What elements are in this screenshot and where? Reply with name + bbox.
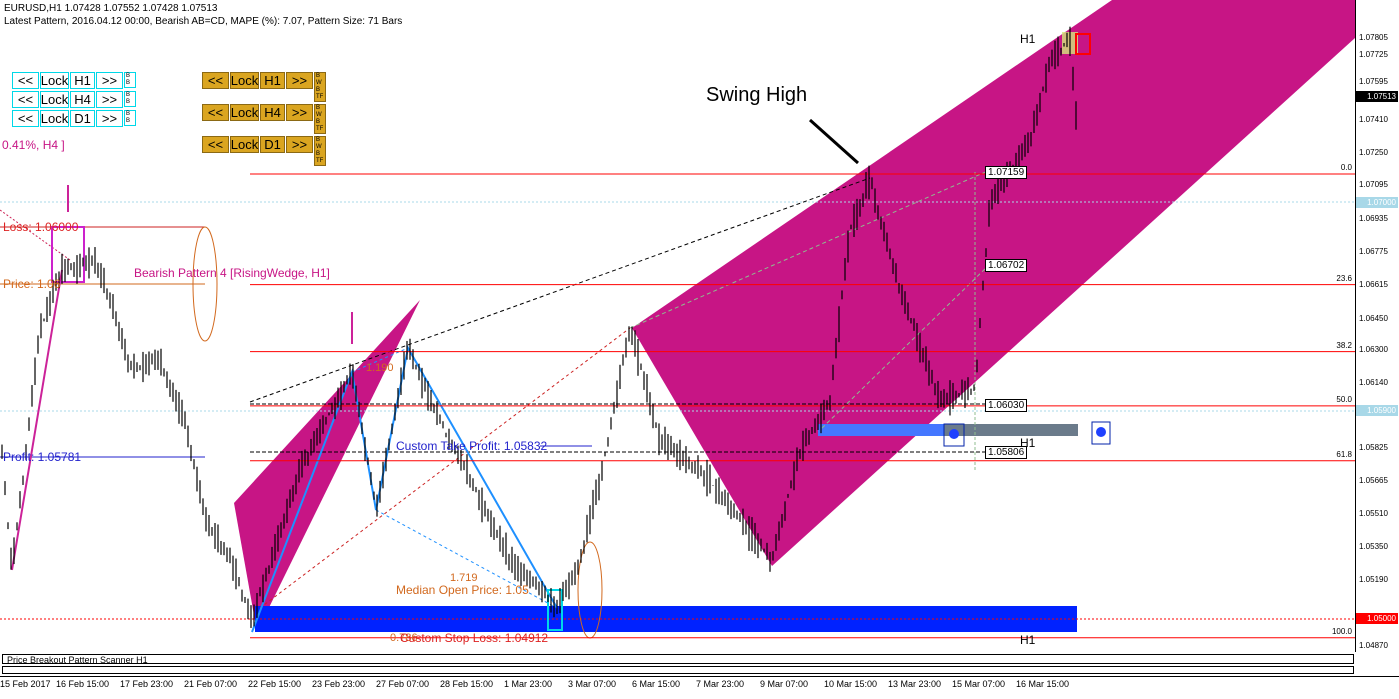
chart-area[interactable]: EURUSD,H1 1.07428 1.07552 1.07428 1.0751… [0, 0, 1356, 652]
swing-high-label: Swing High [706, 84, 808, 106]
price-box-106030: 1.06030 [985, 399, 1028, 412]
price-tick: 1.06775 [1359, 246, 1388, 256]
cyan_panel-prev-button-d1[interactable]: << [12, 110, 39, 127]
fib-label: 50.0 [1336, 394, 1352, 404]
price-tick: 1.06140 [1359, 378, 1388, 388]
fib-label: 38.2 [1336, 340, 1352, 350]
gold_panel-tf-button-d1[interactable]: D1 [260, 136, 285, 153]
symbol-header: EURUSD,H1 1.07428 1.07552 1.07428 1.0751… [4, 3, 218, 14]
price-tick: 1.07725 [1359, 50, 1388, 59]
h1-bottom-label: H1 [1020, 633, 1036, 647]
price-tick: 1.07250 [1359, 148, 1388, 158]
price-box-107159: 1.07159 [985, 166, 1028, 179]
cyan_panel-prev-button-h4[interactable]: << [12, 91, 39, 108]
gold_panel-lock-button-h4[interactable]: Lock [230, 104, 259, 121]
gold_panel-prev-button-d1[interactable]: << [202, 136, 229, 153]
timeframe-panel-gold: << Lock H1 >> B W B TF << Lock H4 >> B W B TF << Lo… [202, 72, 326, 166]
time-tick: 16 Mar 15:00 [1016, 679, 1070, 689]
ratio-1190: 1.190 [366, 362, 394, 374]
time-tick: 9 Mar 07:00 [760, 679, 809, 689]
median-open-label: Median Open Price: 1.05 [396, 583, 529, 597]
h1-top-label: H1 [1020, 32, 1036, 46]
price-tick: 1.06450 [1359, 313, 1388, 323]
gold_panel-lock-button-h1[interactable]: Lock [230, 72, 259, 89]
fib-label: 100.0 [1331, 626, 1352, 636]
gold_panel-next-button-h4[interactable]: >> [286, 104, 313, 121]
gold_panel-next-button-d1[interactable]: >> [286, 136, 313, 153]
time-tick: 1 Mar 23:00 [504, 679, 553, 689]
time-tick: 17 Feb 23:00 [120, 679, 174, 689]
level-box-105000: 1.05000 [1356, 613, 1398, 624]
cyan_panel-mini-buttons[interactable]: B B [124, 91, 136, 108]
time-tick: 3 Mar 07:00 [568, 679, 617, 689]
pct-h4-label: 0.41%, H4 ] [2, 138, 65, 152]
custom-take-profit-label: Custom Take Profit: 1.05832 [396, 439, 548, 453]
cyan_panel-prev-button-h1[interactable]: << [12, 72, 39, 89]
rising-wedge [234, 300, 420, 632]
price-tick: 1.06615 [1359, 279, 1388, 289]
time-tick: 15 Mar 07:00 [952, 679, 1006, 689]
gold_panel-next-button-h1[interactable]: >> [286, 72, 313, 89]
cyan_panel-lock-button-d1[interactable]: Lock [40, 110, 69, 127]
level-box-107000: 1.07000 [1356, 197, 1398, 208]
fib-label: 0.0 [1340, 163, 1352, 173]
price-tick: 1.05665 [1359, 476, 1388, 486]
time-tick: 28 Feb 15:00 [440, 679, 494, 689]
cyan_panel-mini-buttons[interactable]: B B [124, 110, 136, 127]
gold_panel-mini-buttons[interactable]: B W B TF [314, 72, 326, 102]
profit-label: Profit: 1.05781 [3, 450, 82, 464]
gold_panel-tf-button-h4[interactable]: H4 [260, 104, 285, 121]
price-box-105806: 1.05806 [985, 446, 1028, 459]
time-tick: 16 Feb 15:00 [56, 679, 110, 689]
price-tick: 1.06300 [1359, 344, 1388, 354]
time-tick: 27 Feb 07:00 [376, 679, 430, 689]
pattern-header: Latest Pattern, 2016.04.12 00:00, Bearis… [4, 16, 403, 27]
price-tick: 1.06935 [1359, 213, 1388, 223]
time-tick: 13 Mar 23:00 [888, 679, 942, 689]
cyan_panel-tf-button-h1[interactable]: H1 [70, 72, 95, 89]
loss-label: Loss: 1.06000 [3, 220, 79, 234]
timeframe-panel-cyan: << Lock H1 >> B B << Lock H4 >> B B << Lock D1 >> B B [12, 72, 136, 127]
time-tick: 7 Mar 23:00 [696, 679, 745, 689]
time-tick: 23 Feb 23:00 [312, 679, 366, 689]
cyan_panel-tf-button-d1[interactable]: D1 [70, 110, 95, 127]
price-tick: 1.07410 [1359, 115, 1388, 125]
cyan_panel-lock-button-h1[interactable]: Lock [40, 72, 69, 89]
cyan_panel-lock-button-h4[interactable]: Lock [40, 91, 69, 108]
cyan_panel-next-button-h1[interactable]: >> [96, 72, 123, 89]
fib-label: 23.6 [1336, 273, 1352, 283]
time-tick: 22 Feb 15:00 [248, 679, 302, 689]
gold_panel-prev-button-h4[interactable]: << [202, 104, 229, 121]
price-label: Price: 1.06 [3, 277, 61, 291]
time-tick: 6 Mar 15:00 [632, 679, 681, 689]
current-price-box: 1.07513 [1356, 91, 1398, 102]
cyan_panel-mini-buttons[interactable]: B B [124, 72, 136, 89]
bearish-pattern-label: Bearish Pattern 4 [RisingWedge, H1] [134, 266, 330, 280]
price-tick: 1.05510 [1359, 508, 1388, 518]
price-tick: 1.07095 [1359, 180, 1388, 190]
price-tick: 1.07805 [1359, 33, 1388, 43]
price-tick: 1.05350 [1359, 541, 1388, 551]
price-box-106702: 1.06702 [985, 259, 1028, 272]
gold_panel-mini-buttons[interactable]: B W B TF [314, 104, 326, 134]
gold_panel-tf-button-h1[interactable]: H1 [260, 72, 285, 89]
price-tick: 1.07595 [1359, 76, 1388, 86]
cyan_panel-next-button-h4[interactable]: >> [96, 91, 123, 108]
price-tick: 1.05190 [1359, 574, 1388, 584]
time-tick: 21 Feb 07:00 [184, 679, 238, 689]
gold_panel-mini-buttons[interactable]: B W B TF [314, 136, 326, 166]
price-tick: 1.05825 [1359, 443, 1388, 453]
fib-label: 61.8 [1336, 449, 1352, 459]
level-box-105900: 1.05900 [1356, 405, 1398, 416]
scanner-bar[interactable]: Price Breakout Pattern Scanner H1 [2, 654, 1354, 665]
price-tick: 1.04870 [1359, 641, 1388, 650]
scanner-bar-empty[interactable] [2, 666, 1354, 674]
time-tick: 10 Mar 15:00 [824, 679, 878, 689]
custom-stop-loss-label: Custom Stop Loss: 1.04912 [400, 631, 549, 645]
cyan_panel-next-button-d1[interactable]: >> [96, 110, 123, 127]
gold_panel-lock-button-d1[interactable]: Lock [230, 136, 259, 153]
cyan_panel-tf-button-h4[interactable]: H4 [70, 91, 95, 108]
gold_panel-prev-button-h1[interactable]: << [202, 72, 229, 89]
time-tick: 15 Feb 2017 [0, 679, 51, 689]
